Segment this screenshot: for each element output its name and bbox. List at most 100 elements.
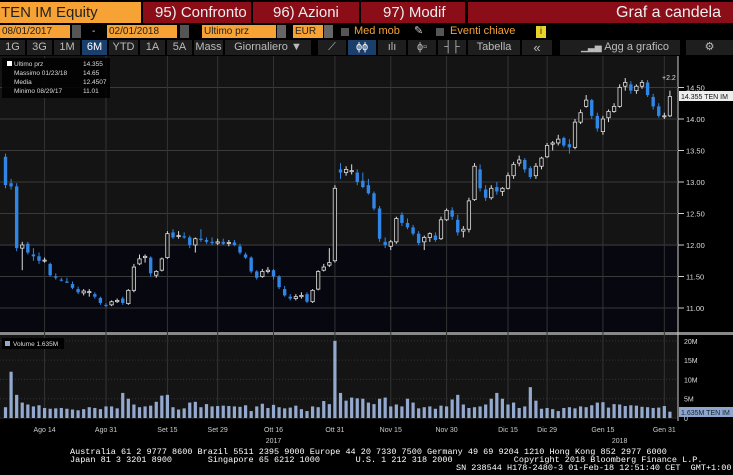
candle-down [657,106,661,116]
candle-up [623,82,628,87]
period-1g[interactable]: 1G [0,40,25,55]
ticker-field[interactable]: TEN IM Equity [0,2,141,23]
candle-down [31,254,36,257]
period-max[interactable]: Mass [194,40,223,55]
volume-bar [42,407,47,418]
candle-up [327,262,332,266]
candle-up [438,219,444,240]
candle-down [456,219,460,233]
moving-avg-label[interactable]: Med mob [354,25,400,38]
volume-bar [461,404,465,418]
volume-bar [623,406,627,418]
period-ytd[interactable]: YTD [109,40,138,55]
compare-button[interactable]: 95) Confronto [143,2,251,23]
period-1a[interactable]: 1A [140,40,165,55]
collapse-button[interactable]: « [522,40,552,55]
candle-up [131,266,137,291]
controls-bar: 08/01/2017 - 02/01/2018 Ultimo prz EUR M… [0,25,733,38]
period-3g[interactable]: 3G [27,40,52,55]
volume-bar [472,407,477,418]
settings-gear-icon[interactable]: ⚙ [686,40,733,55]
price-tick-label: 11.50 [686,273,704,282]
calendar-icon[interactable] [72,25,81,38]
date-tick-label: Ott 16 [264,427,283,434]
candle-up [505,175,511,189]
panel-divider[interactable] [0,332,733,335]
candle-up [556,138,561,144]
chevron-down-icon[interactable] [277,25,286,38]
candle-down [182,236,186,238]
candle-up [115,300,120,303]
candle-up [572,121,578,148]
candle-up [159,258,164,271]
candle-up [215,241,220,244]
volume-bar [104,406,108,418]
volume-bar [82,409,86,418]
candle-down [59,279,64,281]
volume-bar [344,400,348,418]
volume-bar [9,371,13,418]
date-tick-label: Dic 15 [498,427,518,434]
candle-down [523,159,527,170]
candle-down [567,144,572,148]
frequency-select[interactable]: Giornaliero ▼ [225,40,311,55]
price-tick-label: 13.50 [686,147,705,156]
period-6m[interactable]: 6M [82,40,107,55]
table-button[interactable]: Tabella [468,40,520,55]
candle-up [634,85,639,92]
key-events-checkbox[interactable] [436,28,444,36]
candle-down [595,115,600,129]
volume-bar [433,408,438,418]
candle-down [255,271,259,278]
volume-bar [260,403,264,418]
actions-button[interactable]: 96) Azioni [253,2,359,23]
candle-volume-icon[interactable]: ɸ▫ [408,40,436,55]
field-select[interactable]: Ultimo prz [202,25,276,38]
volume-bar [478,406,482,418]
volume-bar [160,395,164,418]
legend-value: 12.4507 [83,79,107,86]
candle-up [667,96,673,117]
info-icon[interactable]: i [536,26,546,38]
candlestick-chart[interactable]: 14.5014.0013.5013.0012.5012.0011.5011.00… [0,56,733,446]
candle-down [405,222,410,228]
volume-bar [456,394,460,418]
volume-bar [322,401,326,418]
candle-up [617,87,622,107]
date-tick-label: Ott 31 [325,427,344,434]
chevron-down-icon[interactable] [324,25,333,38]
ohlc-icon[interactable]: ┤├ [438,40,466,55]
line-chart-icon[interactable]: ⟋ [318,40,346,55]
volume-bar [15,394,19,418]
currency-select[interactable]: EUR [293,25,323,38]
candle-up [444,209,449,221]
candle-chart-icon[interactable]: ɸɸ [348,40,376,55]
candle-down [629,84,633,91]
end-date-field[interactable]: 02/01/2018 [107,25,177,38]
calendar-icon[interactable] [180,25,189,38]
volume-bar [54,408,58,418]
volume-bar [495,392,499,418]
volume-bar [562,407,566,418]
volume-bar [115,408,119,418]
price-tick-label: 13.00 [686,178,705,187]
volume-bar [372,404,376,418]
header-bar: TEN IM Equity 95) Confronto 96) Azioni 9… [0,0,733,24]
period-5a[interactable]: 5A [167,40,192,55]
candle-up [611,106,617,112]
candle-down [495,187,499,192]
add-to-chart-button[interactable]: ▁▃▅ Agg a grafico [560,40,680,55]
key-events-label[interactable]: Eventi chiave [450,25,515,38]
bar-chart-icon[interactable]: ılı [378,40,406,55]
volume-tick-label: 0 [684,416,688,423]
candle-down [76,289,80,293]
modify-button[interactable]: 97) Modif [361,2,465,23]
chart-title: Graf a candela [468,2,733,23]
volume-bar [87,407,91,418]
volume-bar [305,411,309,418]
volume-bar [271,404,276,418]
start-date-field[interactable]: 08/01/2017 [0,25,70,38]
period-1m[interactable]: 1M [54,40,80,55]
moving-avg-checkbox[interactable] [341,28,349,36]
pencil-icon[interactable]: ✎ [414,25,423,38]
